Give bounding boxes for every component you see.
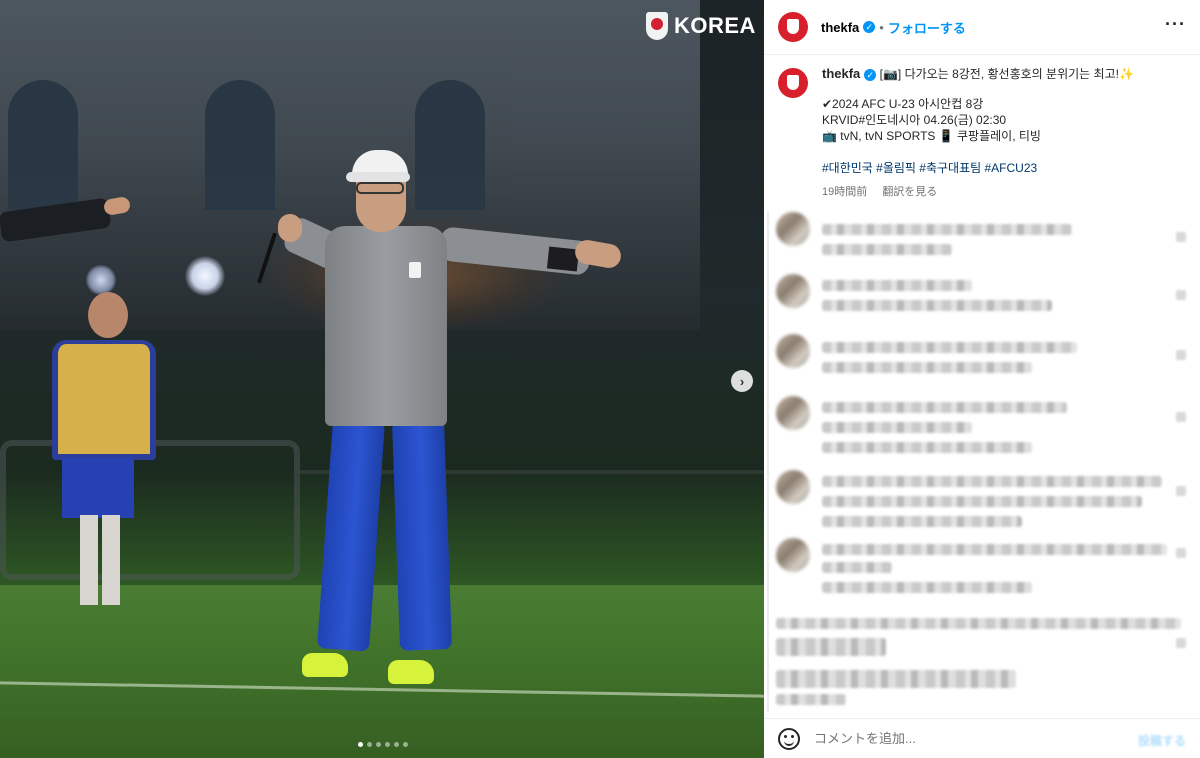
avatar[interactable] xyxy=(776,212,810,246)
caption-line: KRVID#인도네시아 04.26(금) 02:30 xyxy=(822,113,1007,127)
avatar[interactable] xyxy=(776,334,810,368)
blurred-comment-text xyxy=(776,694,846,705)
post-time[interactable]: 19時間前 xyxy=(822,186,867,198)
avatar[interactable] xyxy=(776,538,810,572)
comment-input[interactable] xyxy=(814,731,1114,746)
caption-line: ✔2024 AFC U-23 아시안컵 8강 xyxy=(822,97,984,111)
blurred-comment-text xyxy=(822,442,1032,453)
heart-icon[interactable] xyxy=(1176,350,1186,360)
heart-icon[interactable] xyxy=(1176,548,1186,558)
blurred-comment-text xyxy=(822,516,1022,527)
korea-logo-text: KOREA xyxy=(674,13,756,38)
coach-cap-brim xyxy=(346,172,410,182)
comment-list xyxy=(764,208,1200,718)
blurred-comment-text xyxy=(822,362,1032,373)
grass-pitch xyxy=(0,585,764,758)
background-player-leg xyxy=(80,515,98,605)
building-window xyxy=(205,80,275,210)
coach-hand xyxy=(278,214,302,242)
building-window xyxy=(415,80,485,210)
caption-line: 📺 tvN, tvN SPORTS 📱 쿠팡플레이, 티빙 xyxy=(822,129,1041,143)
blurred-comment-text xyxy=(776,618,1181,629)
coach-leg xyxy=(392,419,452,651)
carousel-dot xyxy=(403,742,408,747)
floodlight xyxy=(86,265,116,295)
blurred-comment-text xyxy=(776,670,1016,688)
blurred-comment-text xyxy=(822,496,1142,507)
verified-badge-icon: ✓ xyxy=(864,69,877,81)
caption-line: [📷] 다가오는 8강전, 황선홍호의 분위기는 최고!✨ xyxy=(879,67,1134,81)
carousel-dot xyxy=(394,742,399,747)
coach-crest xyxy=(409,262,421,278)
carousel-next-button[interactable]: › xyxy=(731,370,753,392)
coach-shoe xyxy=(388,660,434,684)
blurred-comment-text xyxy=(822,422,972,433)
heart-icon[interactable] xyxy=(1176,412,1186,422)
header-username[interactable]: thekfa xyxy=(821,20,859,35)
follow-button[interactable]: フォローする xyxy=(888,18,966,37)
background-player-shorts xyxy=(62,458,134,518)
coach-jacket xyxy=(325,226,447,426)
header-separator: • xyxy=(879,19,884,35)
carousel-dot xyxy=(376,742,381,747)
building-window xyxy=(8,80,78,210)
hashtags[interactable]: #대한민국 #올림픽 #축구대표팀 #AFCU23 xyxy=(822,160,1188,176)
korea-logo: KOREA xyxy=(646,12,756,40)
blurred-comment-text xyxy=(822,244,952,255)
post-side-panel: thekfa ✓ • フォローする ··· thekfa ✓ [📷] 다가오는 8… xyxy=(764,0,1200,758)
background-player-bib xyxy=(52,340,156,460)
chevron-right-icon: › xyxy=(739,373,745,389)
post-comment-button[interactable]: 投稿する xyxy=(1138,732,1186,749)
heart-icon[interactable] xyxy=(1176,486,1186,496)
blurred-comment-text xyxy=(822,476,1162,487)
avatar[interactable] xyxy=(778,68,808,98)
heart-icon[interactable] xyxy=(1176,290,1186,300)
floodlight xyxy=(185,256,225,296)
caption-username[interactable]: thekfa xyxy=(822,66,860,81)
coach-shoe xyxy=(302,653,348,677)
blurred-comment-text xyxy=(822,544,1167,555)
more-options-icon[interactable]: ··· xyxy=(1165,14,1186,35)
verified-badge-icon: ✓ xyxy=(863,21,876,33)
blurred-comment-text xyxy=(822,402,1067,413)
blurred-comment-text xyxy=(822,562,892,573)
carousel-indicator xyxy=(358,742,408,747)
heart-icon[interactable] xyxy=(1176,232,1186,242)
avatar[interactable] xyxy=(776,396,810,430)
carousel-dot xyxy=(358,742,363,747)
emoji-icon[interactable] xyxy=(778,727,800,750)
avatar[interactable] xyxy=(776,274,810,308)
barrier-fence xyxy=(0,440,300,580)
blurred-comment-text xyxy=(822,300,1052,311)
carousel-dot xyxy=(367,742,372,747)
background-player-head xyxy=(88,292,128,338)
blurred-comment-text xyxy=(776,638,886,656)
see-translation-link[interactable]: 翻訳を見る xyxy=(882,186,937,198)
post-photo[interactable]: KOREA › xyxy=(0,0,764,758)
caption: thekfa ✓ [📷] 다가오는 8강전, 황선홍호의 분위기는 최고!✨ ✔2… xyxy=(778,66,1188,200)
blurred-comment-text xyxy=(822,224,1072,235)
coach-glasses xyxy=(356,182,404,194)
avatar[interactable] xyxy=(778,12,808,42)
background-player-leg xyxy=(102,515,120,605)
blurred-comment-text xyxy=(822,280,972,291)
avatar[interactable] xyxy=(776,470,810,504)
post-header: thekfa ✓ • フォローする ··· xyxy=(764,0,1200,55)
blurred-comment-text xyxy=(822,582,1032,593)
carousel-dot xyxy=(385,742,390,747)
heart-icon[interactable] xyxy=(1176,638,1186,648)
blurred-comment-text xyxy=(822,342,1077,353)
comment-composer: 投稿する xyxy=(764,718,1200,758)
kfa-crest-icon xyxy=(646,12,668,40)
